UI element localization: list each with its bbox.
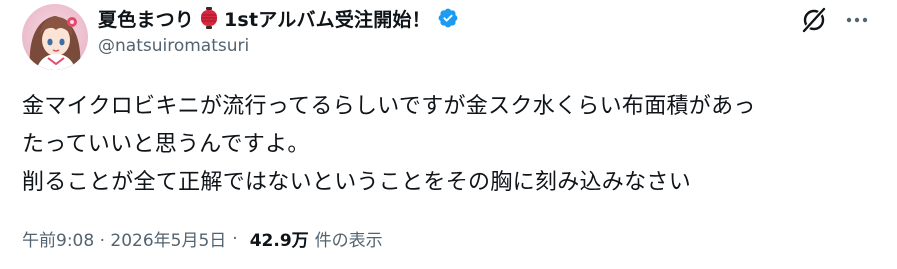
grok-icon[interactable] [800, 6, 828, 34]
author-name-row: 夏色まつり 1stアルバム受注開始！ [98, 4, 459, 32]
red-lantern-icon [197, 6, 221, 30]
more-horizontal-icon[interactable] [844, 8, 870, 32]
tweet-timestamp[interactable]: 午前9:08 · 2026年5月5日 [22, 226, 226, 251]
display-name[interactable]: 夏色まつり 1stアルバム受注開始！ [98, 5, 431, 32]
tweet-text-line: たっていいと思うんですよ。 [22, 132, 310, 157]
tweet-meta: 午前9:08 · 2026年5月5日 · 42.9万 件の表示 [22, 226, 383, 252]
view-count: 42.9万 [249, 231, 309, 251]
view-count-label: 件の表示 [314, 231, 383, 251]
tweet-text-line: 削ることが全て正解ではないということをその胸に刻み込みなさい [22, 170, 692, 195]
tweet: 夏色まつり 1stアルバム受注開始！ @natsuiromatsuri 金マイク… [0, 0, 897, 269]
meta-separator: · [232, 228, 238, 249]
verified-badge-icon [437, 7, 459, 29]
tweet-text: 金マイクロビキニが流行ってるらしいですが金スク水くらい布面積があっ たっていいと… [22, 88, 872, 202]
avatar[interactable] [22, 4, 88, 70]
display-name-suffix: 1stアルバム受注開始！ [224, 8, 431, 31]
avatar-image [22, 4, 88, 70]
display-name-prefix: 夏色まつり [98, 8, 195, 31]
tweet-text-line: 金マイクロビキニが流行ってるらしいですが金スク水くらい布面積があっ [22, 94, 756, 119]
author-handle[interactable]: @natsuiromatsuri [98, 36, 249, 56]
